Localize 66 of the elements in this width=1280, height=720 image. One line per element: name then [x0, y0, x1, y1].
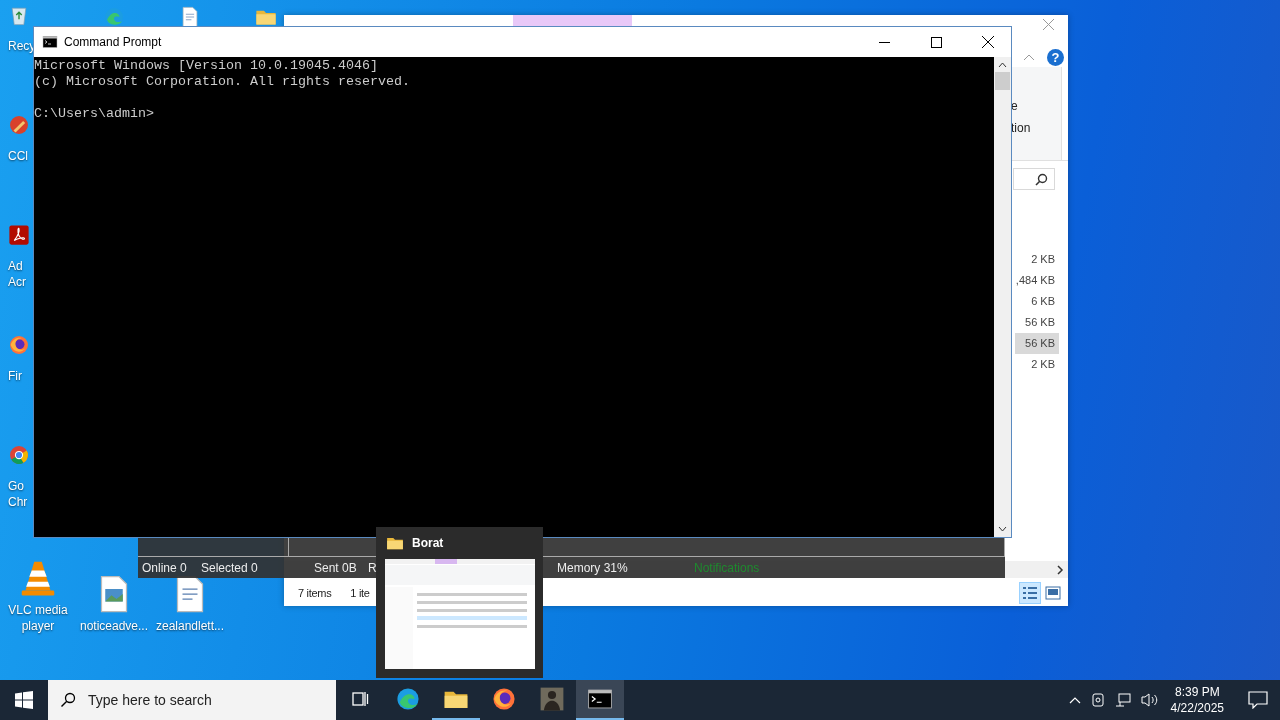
preview-title: Borat — [412, 536, 444, 550]
stat-text: Sent 0B — [314, 560, 358, 575]
firefox-icon — [8, 334, 30, 356]
stat-text: Memory 31% — [557, 560, 629, 575]
person-icon — [539, 686, 565, 712]
task-view-icon — [350, 689, 370, 709]
desktop-icon-label[interactable]: CCl — [8, 148, 34, 164]
file-size-cell-text: 2 KB — [1030, 252, 1056, 267]
close-icon[interactable] — [1043, 19, 1054, 30]
details-view-button[interactable] — [1019, 582, 1041, 604]
file-size-cell: 56 KB — [1015, 333, 1059, 354]
desktop-icon-label[interactable]: Go Chr — [8, 478, 34, 510]
status-text: 7 items — [298, 587, 332, 599]
file-size-cell-text: 6 KB — [1030, 294, 1056, 309]
search-icon — [60, 692, 76, 708]
file-size-cell-text: ,484 KB — [1014, 273, 1056, 288]
search-field[interactable] — [1013, 168, 1055, 190]
status-text: 1 ite — [350, 587, 370, 599]
close-icon — [982, 36, 994, 48]
firefox-icon — [491, 686, 517, 712]
maximize-icon — [930, 36, 942, 48]
console-line: C:\Users\admin> — [34, 106, 155, 122]
scroll-thumb[interactable] — [995, 72, 1010, 90]
scroll-down-icon[interactable] — [998, 526, 1007, 532]
network-icon[interactable] — [1114, 692, 1131, 708]
edge-icon — [103, 6, 125, 28]
clock-date[interactable]: 4/22/2025 — [1170, 700, 1224, 716]
desktop-icon-label[interactable]: Ad Acr — [8, 258, 34, 290]
speaker-icon[interactable] — [1140, 692, 1159, 708]
windows-icon — [15, 691, 33, 709]
console-line: (c) Microsoft Corporation. All rights reserved. — [34, 74, 411, 90]
stat-text: Online 0 — [142, 560, 188, 575]
acrobat-icon — [8, 224, 30, 246]
broom-icon — [8, 114, 30, 136]
clock-time[interactable]: 8:39 PM — [1174, 684, 1220, 700]
desktop-icon-label[interactable]: noticeadve... — [77, 618, 151, 634]
stat-text: Selected 0 — [201, 560, 259, 575]
taskbar-preview[interactable]: Borat — [376, 527, 543, 678]
scrollbar[interactable] — [994, 57, 1011, 537]
recycle-bin-icon — [8, 4, 30, 26]
scroll-up-icon[interactable] — [998, 62, 1007, 68]
desktop-icon-label[interactable]: zealandlett... — [153, 618, 227, 634]
search-icon — [1035, 172, 1048, 186]
search-field[interactable]: Type here to search — [86, 691, 330, 709]
desktop-icon-label[interactable]: VLC media player — [1, 602, 75, 634]
help-button[interactable]: ? — [1047, 48, 1064, 66]
terminal-icon — [587, 686, 613, 712]
chrome-icon — [8, 444, 30, 466]
file-size-cell-text: 2 KB — [1030, 357, 1056, 372]
preview-pane-icon — [1045, 586, 1061, 600]
ribbon-label[interactable]: e — [1011, 95, 1018, 117]
desktop-icon-label[interactable]: Fir — [8, 368, 34, 384]
message-icon — [1248, 691, 1268, 709]
edge-icon — [395, 686, 421, 712]
search-bar[interactable]: Type here to search — [48, 680, 336, 720]
console-line: Microsoft Windows [Version 10.0.19045.4046] — [34, 58, 379, 74]
device-icon[interactable] — [1090, 692, 1105, 708]
file-size-cell-text: 56 KB — [1024, 315, 1056, 330]
list-icon — [1022, 586, 1038, 600]
stat-text: R — [368, 560, 378, 575]
taskbar-button[interactable] — [576, 680, 624, 720]
terminal-icon — [42, 34, 58, 50]
window-title: Command Prompt — [64, 35, 162, 49]
scroll-right-icon[interactable] — [1056, 564, 1064, 575]
ribbon-label[interactable]: tion — [1011, 117, 1031, 139]
stat-text: Notifications — [694, 560, 761, 575]
